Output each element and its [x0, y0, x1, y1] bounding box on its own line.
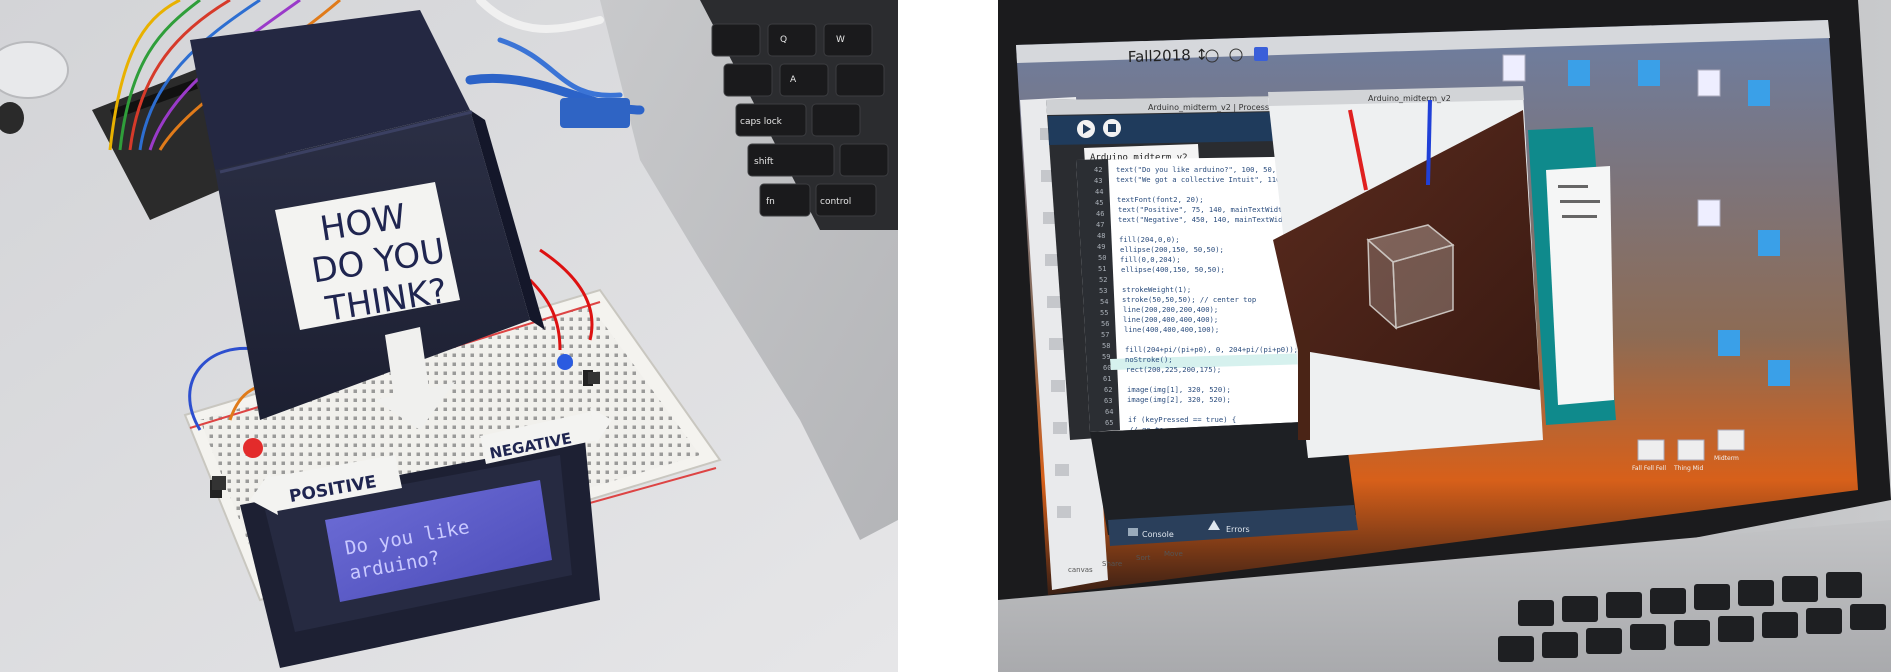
svg-text:61: 61: [1103, 375, 1111, 383]
svg-text:63: 63: [1104, 397, 1112, 405]
console-tab[interactable]: Console: [1142, 530, 1174, 539]
svg-text:59: 59: [1102, 353, 1110, 361]
svg-text:53: 53: [1099, 287, 1107, 295]
svg-text:canvas: canvas: [1068, 566, 1093, 574]
key-label-q: Q: [780, 35, 787, 45]
svg-text:stroke(50,50,50); // center to: stroke(50,50,50); // center top: [1122, 295, 1256, 304]
key-label-w: W: [836, 35, 845, 45]
svg-text:image(img[1], 320, 520);: image(img[1], 320, 520);: [1127, 385, 1231, 394]
table-leg: [1298, 330, 1310, 440]
svg-text:fill(204+pi/(pi+p0), 0, 204+pi: fill(204+pi/(pi+p0), 0, 204+pi/(pi+p0));: [1125, 345, 1298, 354]
svg-text:fill(0,0,204);: fill(0,0,204);: [1120, 255, 1181, 264]
svg-text:if (keyPressed == true) {: if (keyPressed == true) {: [1128, 415, 1236, 424]
svg-text:60: 60: [1103, 364, 1111, 372]
svg-text:44: 44: [1095, 188, 1103, 196]
svg-text:51: 51: [1098, 265, 1106, 273]
svg-text:45: 45: [1095, 199, 1103, 207]
stop-icon: [1108, 124, 1116, 132]
svg-text:Sort: Sort: [1136, 554, 1151, 562]
svg-text:rect(200,225,200,175);: rect(200,225,200,175);: [1126, 365, 1221, 374]
svg-text:47: 47: [1096, 221, 1104, 229]
key-label-fn: fn: [766, 197, 775, 207]
svg-text:line(200,400,400,400);: line(200,400,400,400);: [1123, 315, 1218, 324]
svg-text:textFont(font2, 20);: textFont(font2, 20);: [1117, 195, 1204, 204]
svg-text:Fall Fell Fell: Fall Fell Fell: [1632, 465, 1666, 472]
svg-text:line(200,200,200,400);: line(200,200,200,400);: [1123, 305, 1218, 314]
svg-text:58: 58: [1102, 342, 1110, 350]
menubar-title: Fall2018 ↕: [1128, 45, 1209, 66]
svg-text:noStroke();: noStroke();: [1125, 355, 1173, 364]
svg-text:line(400,400,400,100);: line(400,400,400,100);: [1124, 325, 1219, 334]
sketch-window-title: Arduino_midterm_v2: [1368, 94, 1451, 103]
svg-text:ellipse(200,150, 50,50);: ellipse(200,150, 50,50);: [1120, 245, 1224, 254]
arduino-scene: Q W A caps lock shift fn control HOW DO …: [0, 0, 898, 672]
app-icon[interactable]: [1254, 47, 1268, 61]
glass-cube: [1366, 224, 1455, 330]
svg-text:Midterm: Midterm: [1714, 455, 1739, 462]
svg-text:57: 57: [1101, 331, 1109, 339]
key-label-shift: shift: [754, 157, 774, 167]
svg-text:56: 56: [1101, 320, 1109, 328]
svg-text:65: 65: [1105, 419, 1113, 427]
blue-axis-line: [1426, 99, 1432, 186]
svg-text:strokeWeight(1);: strokeWeight(1);: [1122, 285, 1191, 294]
errors-tab[interactable]: Errors: [1226, 525, 1250, 534]
svg-text:42: 42: [1094, 166, 1102, 174]
key-label-a: A: [790, 75, 797, 85]
svg-text:64: 64: [1105, 408, 1113, 416]
svg-text:image(img[2], 320, 520);: image(img[2], 320, 520);: [1127, 395, 1231, 404]
svg-text:fill(204,0,0);: fill(204,0,0);: [1119, 235, 1180, 244]
svg-text:ellipse(400,150, 50,50);: ellipse(400,150, 50,50);: [1121, 265, 1225, 274]
console-icon: [1128, 528, 1138, 536]
svg-text:43: 43: [1094, 177, 1102, 185]
svg-text:Move: Move: [1164, 550, 1183, 558]
svg-text:46: 46: [1096, 210, 1104, 218]
svg-text:Thing Mid: Thing Mid: [1673, 465, 1703, 472]
sketch-window: Arduino_midterm_v2: [1268, 86, 1543, 458]
svg-text:62: 62: [1104, 386, 1112, 394]
svg-text:48: 48: [1097, 232, 1105, 240]
svg-text:49: 49: [1097, 243, 1105, 251]
svg-text:Share: Share: [1102, 560, 1122, 568]
svg-text:52: 52: [1099, 276, 1107, 284]
svg-text:50: 50: [1098, 254, 1106, 262]
svg-text:54: 54: [1100, 298, 1108, 306]
svg-text:55: 55: [1100, 309, 1108, 317]
laptop-scene: Fall2018 ↕ Arduino_midterm_v2 | Processi…: [998, 0, 1891, 672]
arduino-device-photo: Q W A caps lock shift fn control HOW DO …: [0, 0, 898, 672]
key-label-caps: caps lock: [740, 117, 783, 127]
laptop-processing-photo: Fall2018 ↕ Arduino_midterm_v2 | Processi…: [998, 0, 1891, 672]
key-label-control: control: [820, 197, 851, 207]
